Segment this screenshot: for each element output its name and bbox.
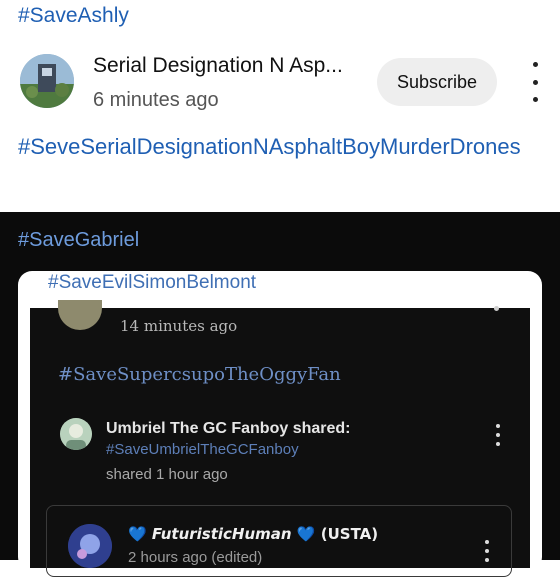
more-options-icon[interactable] [525,62,545,102]
blue-heart-icon: 💙 [128,525,147,543]
shared-by-label: Umbriel The GC Fanboy shared: [106,420,351,437]
channel-avatar[interactable] [20,54,74,108]
quoted-user-avatar [68,524,112,568]
hashtag-save-ashly[interactable]: #SaveAshly [18,4,129,28]
shared-timestamp: shared 1 hour ago [106,466,228,483]
quoted-user-name-text: FuturisticHuman [151,525,292,543]
shared-user-avatar [60,418,92,450]
blue-heart-icon: 💙 [296,525,316,543]
hashtag-save-gabriel: #SaveGabriel [18,229,140,251]
user-face-icon [60,418,92,450]
channel-avatar-image [20,54,74,108]
channel-name[interactable]: Serial Designation N Asp... [93,54,343,78]
subscribe-button[interactable]: Subscribe [377,58,497,106]
post-timestamp: 6 minutes ago [93,89,219,111]
hashtag-post-text[interactable]: #SeveSerialDesignationNAsphaltBoyMurderD… [18,130,548,164]
shared-hashtag-link: #SaveUmbrielTheGCFanboy [106,441,299,458]
embedded-timestamp: 14 minutes ago [120,317,238,335]
embedded-hashtag: #SaveSupercsupoTheOggyFan [58,364,341,385]
shared-more-icon [495,424,501,446]
quoted-more-icon [484,540,490,562]
quoted-avatar-art [68,524,112,568]
quoted-timestamp: 2 hours ago (edited) [128,549,263,566]
embedded-more-icon [494,306,499,311]
quoted-user-tag: (USTA) [320,525,379,543]
quoted-user-name: 💙 FuturisticHuman 💙 (USTA) [128,525,378,543]
hashtag-save-evil-simon: #SaveEvilSimonBelmont [48,272,257,293]
